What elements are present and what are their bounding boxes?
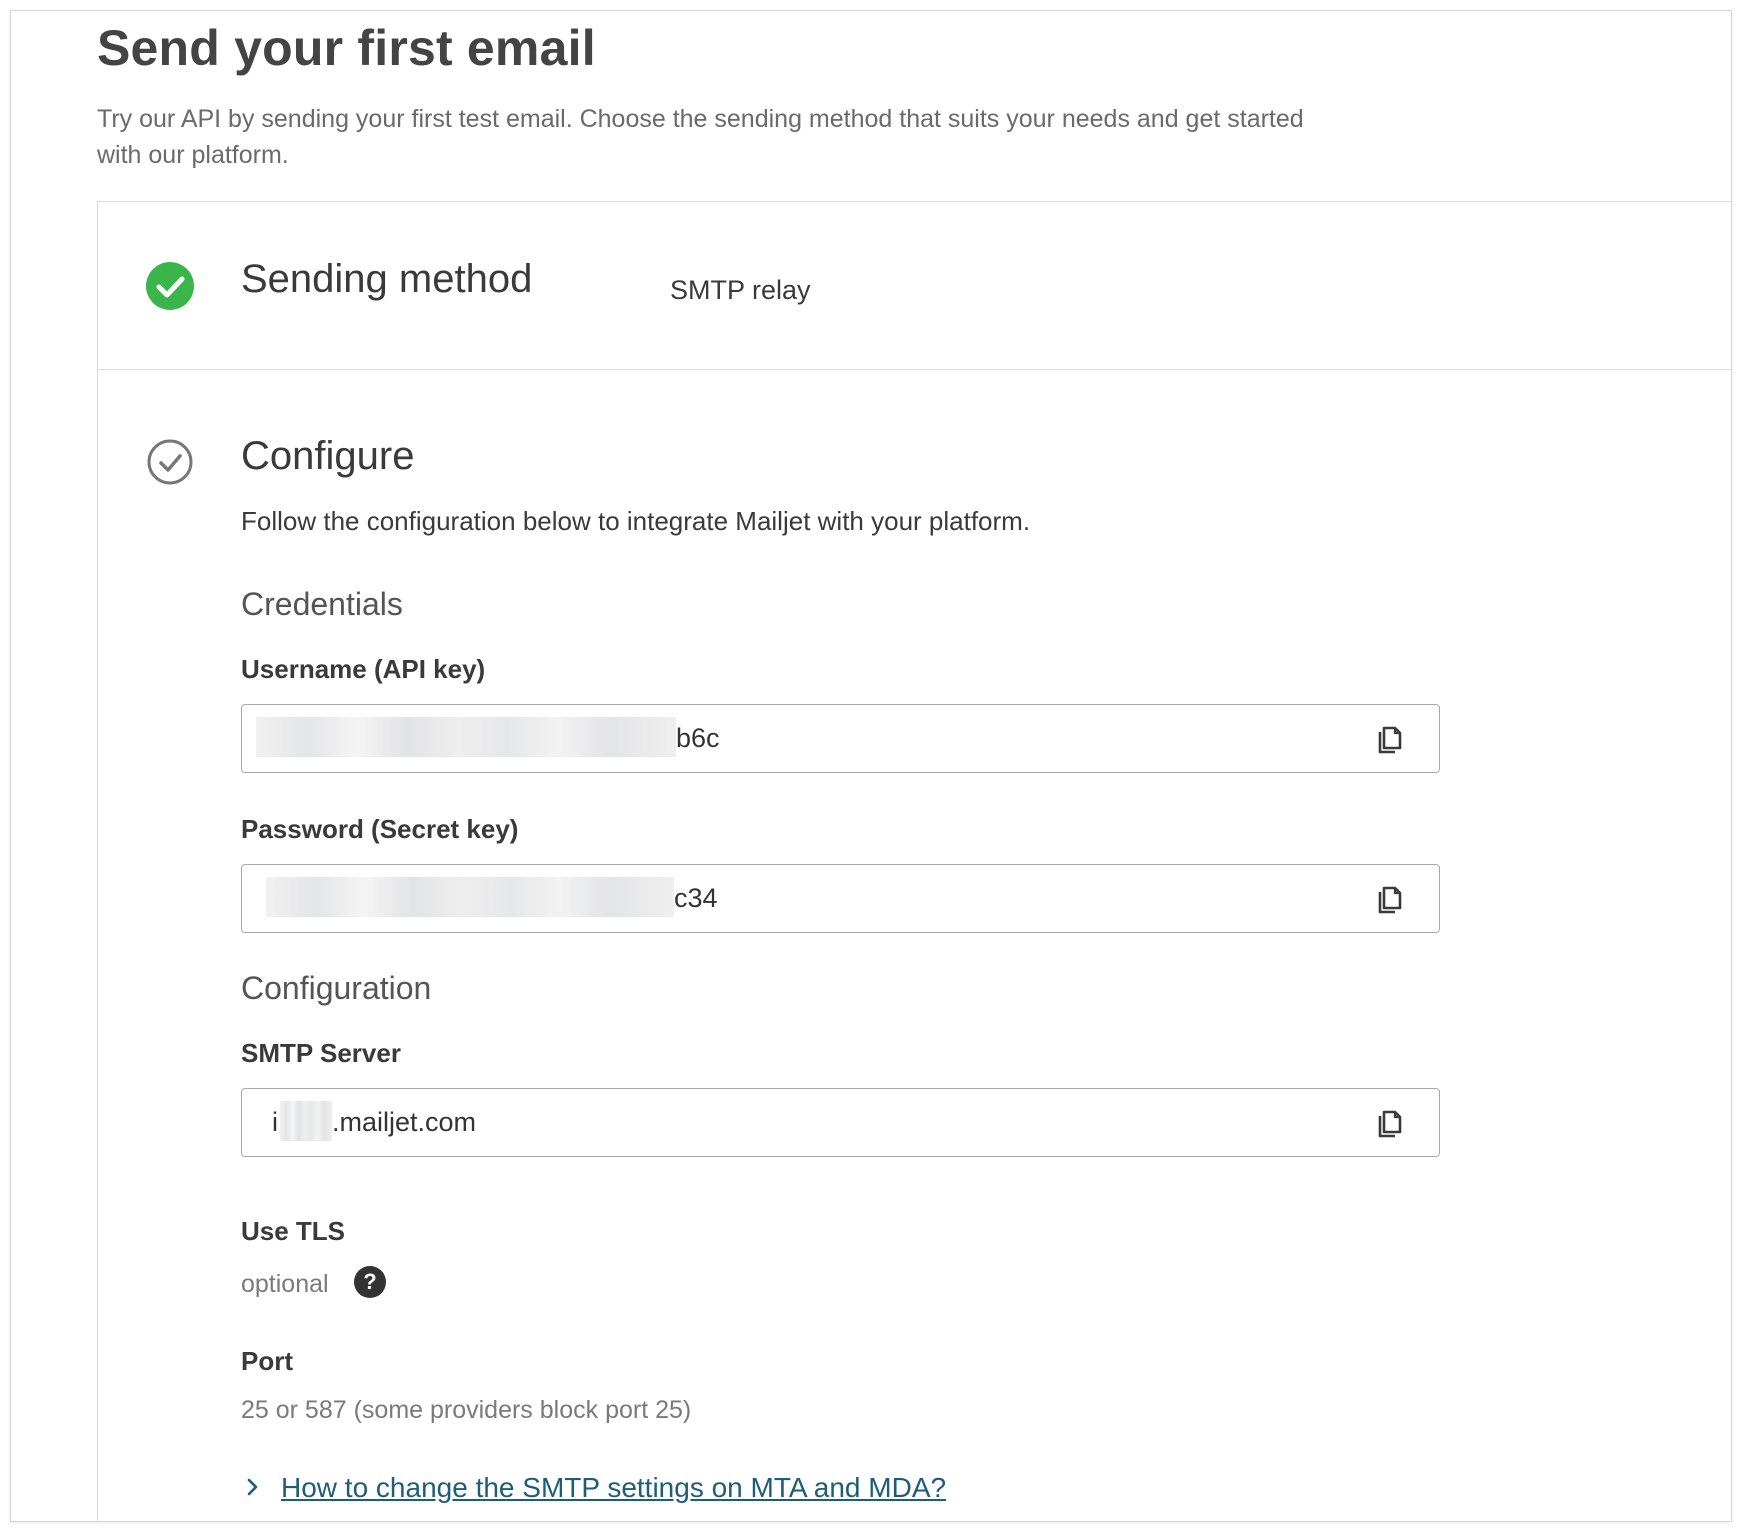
smtp-settings-faq-link[interactable]: How to change the SMTP settings on MTA a… xyxy=(281,1472,946,1504)
help-icon[interactable]: ? xyxy=(354,1266,386,1298)
chevron-right-icon xyxy=(241,1472,265,1502)
password-field[interactable]: c34 xyxy=(241,864,1440,933)
password-value: c34 xyxy=(674,883,718,913)
redacted-value xyxy=(256,717,676,757)
step-title-sending-method: Sending method xyxy=(241,257,533,301)
username-label: Username (API key) xyxy=(241,654,486,684)
sending-method-value: SMTP relay xyxy=(670,275,811,305)
step-title-configure: Configure xyxy=(241,434,415,478)
port-value: 25 or 587 (some providers block port 25) xyxy=(241,1396,692,1424)
copy-icon[interactable] xyxy=(1371,1104,1407,1140)
password-label: Password (Secret key) xyxy=(241,814,519,844)
smtp-server-prefix: i xyxy=(272,1107,278,1137)
check-circle-outline-icon xyxy=(146,438,194,486)
setup-panel: Sending method SMTP relay Configure Foll… xyxy=(97,201,1731,1521)
page-description: Try our API by sending your first test e… xyxy=(97,105,1304,169)
username-field[interactable]: b6c xyxy=(241,704,1440,773)
page-frame: Send your first email Try our API by sen… xyxy=(10,10,1732,1522)
username-value: b6c xyxy=(676,723,720,753)
configuration-heading: Configuration xyxy=(241,970,432,1006)
check-circle-filled-icon xyxy=(146,262,194,310)
redacted-value xyxy=(280,1101,332,1141)
redacted-value xyxy=(266,877,674,917)
use-tls-value: optional xyxy=(241,1270,329,1298)
credentials-heading: Credentials xyxy=(241,586,403,622)
copy-icon[interactable] xyxy=(1371,880,1407,916)
page-title: Send your first email xyxy=(97,20,596,76)
copy-icon[interactable] xyxy=(1371,720,1407,756)
use-tls-label: Use TLS xyxy=(241,1216,346,1246)
smtp-server-label: SMTP Server xyxy=(241,1038,401,1068)
step-sending-method[interactable]: Sending method SMTP relay xyxy=(98,202,1731,370)
smtp-server-value: .mailjet.com xyxy=(332,1107,477,1137)
smtp-server-field[interactable]: i .mailjet.com xyxy=(241,1088,1440,1157)
port-label: Port xyxy=(241,1346,293,1376)
configure-description: Follow the configuration below to integr… xyxy=(241,506,1031,536)
